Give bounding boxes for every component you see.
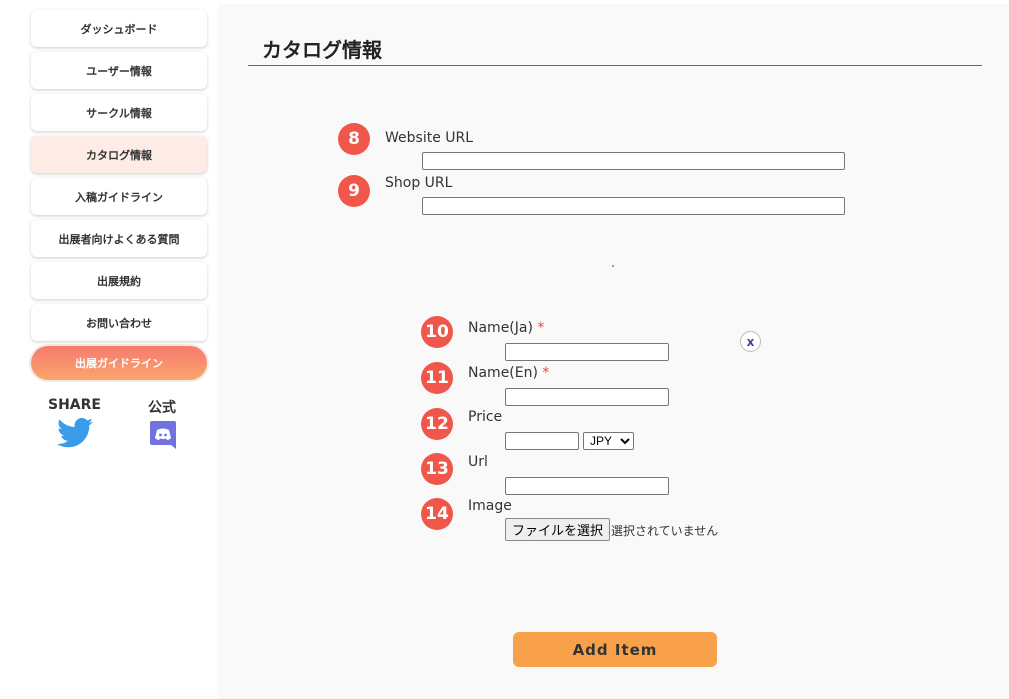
name-ja-input[interactable] (505, 343, 669, 361)
name-en-input[interactable] (505, 388, 669, 406)
name-en-text: Name(En) (468, 365, 538, 381)
website-url-label: Website URL (385, 130, 474, 146)
title-divider (248, 65, 982, 66)
choose-file-button[interactable]: ファイルを選択 (505, 518, 611, 541)
badge-13: 13 (421, 453, 453, 485)
exhibit-guideline-button[interactable]: 出展ガイドライン (31, 346, 207, 380)
separator-dot (612, 265, 614, 267)
page-title: カタログ情報 (262, 38, 382, 62)
badge-11: 11 (421, 362, 453, 394)
nav-dashboard[interactable]: ダッシュボード (31, 10, 207, 47)
share-label: SHARE (48, 397, 101, 413)
shop-url-label: Shop URL (385, 175, 453, 191)
badge-14: 14 (421, 498, 453, 530)
price-label: Price (468, 409, 503, 425)
nav-faq[interactable]: 出展者向けよくある質問 (31, 220, 207, 257)
price-input[interactable] (505, 432, 579, 450)
nav-terms[interactable]: 出展規約 (31, 262, 207, 299)
nav-circle-info[interactable]: サークル情報 (31, 94, 207, 131)
add-item-button[interactable]: Add Item (513, 632, 717, 667)
nav-contact[interactable]: お問い合わせ (31, 304, 207, 341)
required-mark: * (542, 365, 550, 381)
url-input[interactable] (505, 477, 669, 495)
url-label: Url (468, 454, 488, 470)
official-label: 公式 (148, 400, 176, 416)
file-status: 選択されていません (611, 524, 719, 538)
image-label: Image (468, 498, 512, 514)
nav-catalog-info[interactable]: カタログ情報 (31, 136, 207, 173)
twitter-icon[interactable] (57, 418, 93, 448)
badge-10: 10 (421, 316, 453, 348)
discord-icon[interactable] (150, 421, 176, 449)
remove-item-button[interactable]: x (740, 331, 761, 352)
badge-9: 9 (338, 175, 370, 207)
badge-8: 8 (338, 123, 370, 155)
website-url-input[interactable] (422, 152, 845, 170)
nav-submission-guideline[interactable]: 入稿ガイドライン (31, 178, 207, 215)
name-ja-text: Name(Ja) (468, 320, 533, 336)
name-en-label: Name(En) * (468, 365, 549, 381)
name-ja-label: Name(Ja) * (468, 320, 544, 336)
badge-12: 12 (421, 408, 453, 440)
currency-select[interactable]: JPY (583, 432, 634, 450)
sidebar: ダッシュボード ユーザー情報 サークル情報 カタログ情報 入稿ガイドライン 出展… (31, 10, 207, 380)
nav-user-info[interactable]: ユーザー情報 (31, 52, 207, 89)
required-mark: * (537, 320, 545, 336)
shop-url-input[interactable] (422, 197, 845, 215)
